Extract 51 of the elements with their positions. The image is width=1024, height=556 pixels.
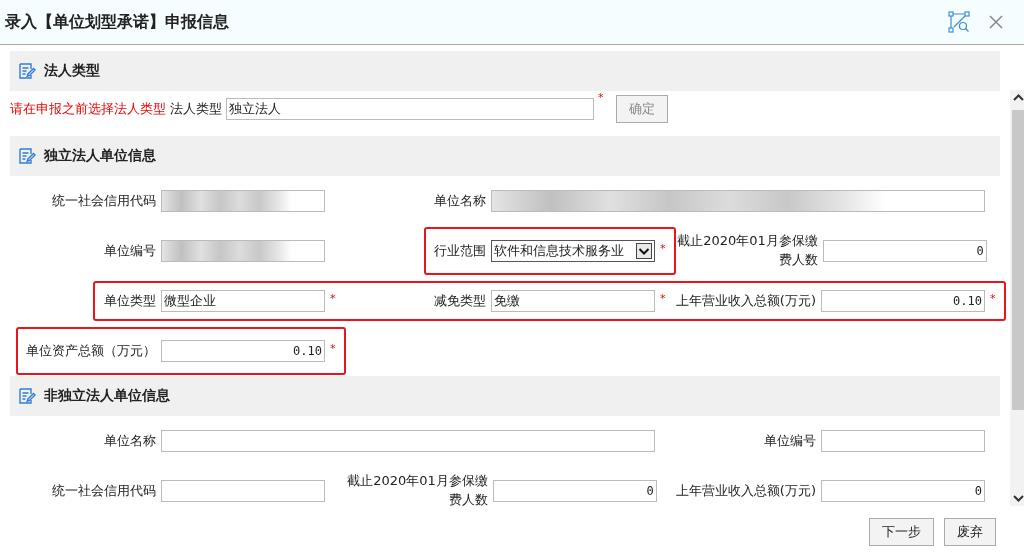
action-button[interactable]: 下一步	[869, 518, 934, 546]
input-field[interactable]: 微型企业	[161, 290, 325, 312]
field-label: 统一社会信用代码	[52, 481, 156, 500]
field-label: 单位名称	[433, 191, 486, 210]
chevron-down-icon	[636, 243, 652, 259]
edit-form-icon	[18, 147, 36, 165]
required-mark: *	[660, 292, 666, 305]
section-title: 非独立法人单位信息	[44, 387, 170, 405]
input-field[interactable]	[161, 480, 325, 502]
field-label: 截止2020年01月参保缴费人数	[346, 472, 488, 509]
section-title: 法人类型	[44, 62, 100, 80]
input-field[interactable]: 0	[821, 480, 985, 502]
field-label: 单位编号	[104, 241, 156, 260]
field-label: 单位编号	[764, 431, 816, 450]
field-label: 法人类型	[170, 100, 222, 118]
input-field[interactable]	[821, 430, 985, 452]
field-label: 减免类型	[434, 291, 486, 310]
input-field[interactable]	[161, 190, 325, 212]
field-label: 统一社会信用代码	[52, 191, 156, 210]
hint-text: 请在申报之前选择法人类型	[10, 100, 166, 118]
field-label: 行业范围	[434, 241, 486, 260]
field-label: 上年营业收入总额(万元)	[675, 481, 816, 500]
edit-form-icon	[18, 62, 36, 80]
input-field[interactable]	[161, 430, 655, 452]
field-label: 单位类型	[104, 291, 156, 310]
scroll-thumb[interactable]	[1012, 110, 1024, 410]
input-field[interactable]	[491, 190, 985, 212]
input-field[interactable]: 0.10	[161, 340, 325, 362]
section-title: 独立法人单位信息	[44, 147, 156, 165]
scrollbar[interactable]	[1010, 90, 1024, 506]
field-label: 单位名称	[103, 431, 156, 450]
input-field[interactable]: 免缴	[491, 290, 655, 312]
required-mark: *	[660, 242, 666, 255]
required-mark: *	[598, 91, 604, 104]
input-field[interactable]	[161, 240, 325, 262]
input-field[interactable]: 独立法人	[226, 98, 594, 120]
close-icon[interactable]	[988, 14, 1004, 30]
field-label: 单位资产总额（万元）	[26, 341, 156, 360]
input-field[interactable]: 0.10	[821, 290, 985, 312]
field-label: 上年营业收入总额(万元)	[675, 291, 816, 310]
dropdown[interactable]: 软件和信息技术服务业	[491, 240, 655, 262]
edit-form-icon	[18, 387, 36, 405]
window-title: 录入【单位划型承诺】申报信息	[5, 11, 230, 33]
input-field[interactable]: 0	[492, 480, 657, 502]
required-mark: *	[990, 292, 996, 305]
required-mark: *	[330, 292, 336, 305]
action-button[interactable]: 废弃	[944, 518, 996, 546]
diagram-search-icon[interactable]	[948, 11, 970, 33]
field-label: 截止2020年01月参保缴费人数	[676, 232, 818, 269]
required-mark: *	[330, 342, 336, 355]
input-field[interactable]: 0	[822, 240, 987, 262]
